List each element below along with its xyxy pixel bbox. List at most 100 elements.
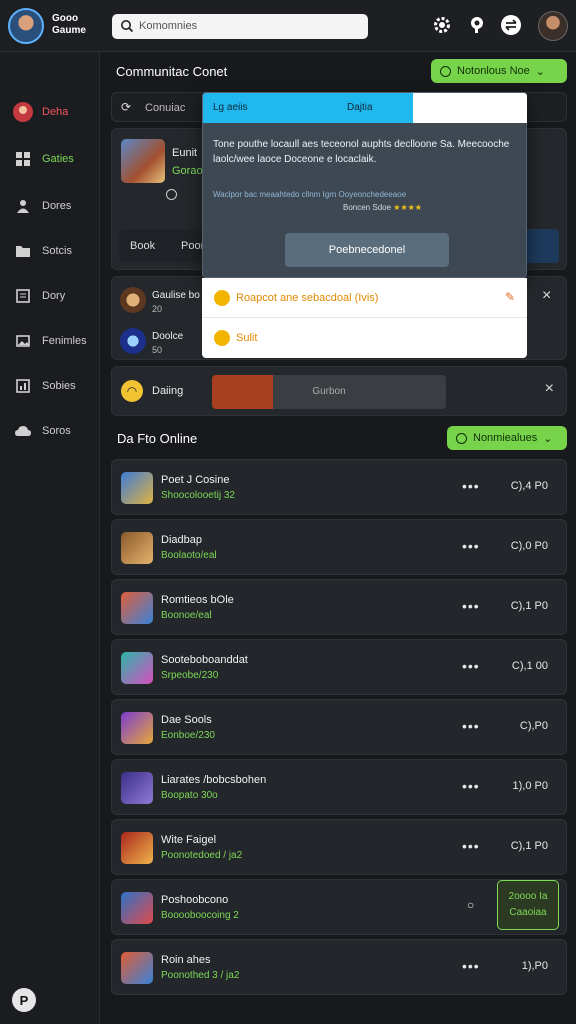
profile-avatar[interactable] bbox=[8, 8, 44, 44]
grid-icon bbox=[12, 152, 34, 166]
document-icon bbox=[12, 289, 34, 303]
sidebar-item-folder[interactable]: Sotcis bbox=[12, 239, 72, 263]
clock-icon bbox=[166, 189, 177, 200]
home-icon bbox=[12, 101, 34, 123]
menu-item-sulit[interactable]: Sulit bbox=[202, 318, 527, 358]
search-input[interactable]: Komomnies bbox=[112, 14, 368, 39]
sidebar-item-images[interactable]: Fenimles bbox=[12, 329, 87, 353]
sidebar-item-home[interactable]: Deha bbox=[12, 100, 68, 124]
tab-book[interactable]: Book bbox=[130, 240, 155, 252]
badge-line: Caaoiaa bbox=[509, 907, 547, 918]
game-thumbnail bbox=[121, 652, 153, 684]
more-options-icon[interactable]: ••• bbox=[462, 778, 480, 794]
image-icon bbox=[12, 334, 34, 348]
top-bar: Gooo Gaume Komomnies bbox=[0, 0, 576, 52]
game-time: C),1 P0 bbox=[510, 840, 548, 852]
sidebar-item-people[interactable]: Dores bbox=[12, 194, 71, 218]
tooltip-header-mid: Dajtia bbox=[347, 102, 373, 113]
game-row[interactable]: Diadbap Boolaoto/eal ••• C),0 P0 bbox=[111, 519, 567, 575]
game-name: Poet J Cosine bbox=[161, 474, 230, 486]
game-row[interactable]: Poet J Cosine Shoocolooetij 32 ••• C),4 P0 bbox=[111, 459, 567, 515]
notif-sub: 20 bbox=[152, 304, 163, 314]
gear-icon[interactable] bbox=[431, 14, 453, 36]
featured-game-image bbox=[121, 139, 165, 183]
game-row[interactable]: Dae Sools Eonboe/230 ••• C),P0 bbox=[111, 699, 567, 755]
progress-card: ◠ Daiing Gurbon × bbox=[111, 366, 567, 416]
close-icon[interactable]: × bbox=[545, 380, 554, 398]
game-status: Poonotedoed / ja2 bbox=[161, 850, 243, 861]
game-status: Boonoe/eal bbox=[161, 610, 212, 621]
game-status: Poonothed 3 / ja2 bbox=[161, 970, 240, 981]
cloud-icon bbox=[12, 425, 34, 437]
search-icon bbox=[121, 20, 134, 33]
game-time: C),0 P0 bbox=[510, 540, 548, 552]
pin-icon[interactable] bbox=[466, 14, 488, 36]
more-options-icon[interactable]: ••• bbox=[462, 658, 480, 674]
notifications-dropdown[interactable]: Notonlous Noe ⌄ bbox=[431, 59, 567, 83]
sidebar: Deha Gaties Dores Sotcis Dory Fenimles S… bbox=[0, 52, 100, 1024]
help-button[interactable]: P bbox=[12, 988, 36, 1012]
radio-icon[interactable]: ○ bbox=[467, 898, 475, 912]
badge-line: 2oooo Ia bbox=[508, 891, 548, 902]
tooltip-action-button[interactable]: Poebnecedonel bbox=[285, 233, 449, 267]
filter-label: Conuiac bbox=[145, 102, 186, 114]
game-status: Booooboocoing 2 bbox=[161, 910, 239, 921]
tooltip-body: Tone pouthe locaull aes teceonol auphts … bbox=[213, 139, 510, 165]
tab-poor[interactable]: Poor bbox=[181, 240, 204, 252]
notif-avatar bbox=[120, 328, 146, 354]
game-row[interactable]: Sooteboboanddat Srpeobe/230 ••• C),1 00 bbox=[111, 639, 567, 695]
more-options-icon[interactable]: ••• bbox=[462, 958, 480, 974]
sidebar-item-stats[interactable]: Sobies bbox=[12, 374, 76, 398]
game-thumbnail bbox=[121, 712, 153, 744]
progress-bar: Gurbon bbox=[212, 375, 446, 409]
close-icon[interactable]: × bbox=[542, 287, 551, 305]
game-time: 1),P0 bbox=[521, 960, 548, 972]
sidebar-item-label: Fenimles bbox=[42, 335, 87, 347]
game-name: Sooteboboanddat bbox=[161, 654, 248, 666]
emoji-icon bbox=[214, 330, 230, 346]
info-tooltip: Lg aeiis Dajtia Tone pouthe locaull aes … bbox=[202, 92, 527, 278]
game-name: Dae Sools bbox=[161, 714, 212, 726]
sidebar-item-label: Dores bbox=[42, 200, 72, 212]
game-row[interactable]: Liarates /bobcsbohen Boopato 30o ••• 1),0 P… bbox=[111, 759, 567, 815]
game-name: Wite Faigel bbox=[161, 834, 217, 846]
game-status: Eonboe/230 bbox=[161, 730, 215, 741]
user-avatar[interactable] bbox=[538, 11, 568, 41]
more-options-icon[interactable]: ••• bbox=[462, 718, 480, 734]
status-circle-icon bbox=[440, 65, 451, 77]
sidebar-item-document[interactable]: Dory bbox=[12, 284, 65, 308]
online-filter-dropdown[interactable]: Nonmiealues ⌄ bbox=[447, 426, 567, 450]
game-time: C),4 P0 bbox=[510, 480, 548, 492]
more-options-icon[interactable]: ••• bbox=[462, 598, 480, 614]
profile-name: Gooo Gaume bbox=[52, 13, 86, 36]
more-options-icon[interactable]: ••• bbox=[462, 478, 480, 494]
more-options-icon[interactable]: ••• bbox=[462, 838, 480, 854]
dropdown-menu: Roapcot ane sebacdoal (Ivis) ✎ Sulit bbox=[202, 278, 527, 358]
tooltip-meta: Waclpor bac meaahtedo cllnm Igrn Ooyeonc… bbox=[213, 190, 407, 199]
online-title: Da Fto Online bbox=[117, 431, 198, 446]
sidebar-item-label: Soros bbox=[42, 425, 71, 437]
page-title: Communitac Conet bbox=[116, 64, 228, 79]
game-time: C),1 00 bbox=[511, 660, 548, 672]
online-filter-label: Nonmiealues bbox=[473, 432, 538, 444]
game-row[interactable]: Romtieos bOle Boonoe/eal ••• C),1 P0 bbox=[111, 579, 567, 635]
notif-sub: 50 bbox=[152, 345, 163, 355]
sidebar-item-games[interactable]: Gaties bbox=[12, 147, 74, 171]
sidebar-item-label: Gaties bbox=[42, 153, 74, 165]
sidebar-item-cloud[interactable]: Soros bbox=[12, 419, 71, 443]
notif-name: Doolce bbox=[152, 331, 184, 342]
game-name: Diadbap bbox=[161, 534, 202, 546]
notif-name: Gaulise bo bbox=[152, 290, 200, 301]
tooltip-header-right bbox=[413, 93, 527, 123]
menu-item-report[interactable]: Roapcot ane sebacdoal (Ivis) ✎ bbox=[202, 278, 527, 318]
more-options-icon[interactable]: ••• bbox=[462, 538, 480, 554]
game-row[interactable]: Roin ahes Poonothed 3 / ja2 ••• 1),P0 bbox=[111, 939, 567, 995]
refresh-icon[interactable]: ⟳ bbox=[121, 100, 131, 114]
game-thumbnail bbox=[121, 772, 153, 804]
game-row[interactable]: Wite Faigel Poonotedoed / ja2 ••• C),1 P0 bbox=[111, 819, 567, 875]
swap-icon[interactable] bbox=[500, 14, 522, 36]
game-status: Shoocolooetij 32 bbox=[161, 490, 235, 501]
chart-icon bbox=[12, 379, 34, 393]
games-badge[interactable]: 2oooo Ia Caaoiaa bbox=[497, 880, 559, 930]
game-thumbnail bbox=[121, 592, 153, 624]
